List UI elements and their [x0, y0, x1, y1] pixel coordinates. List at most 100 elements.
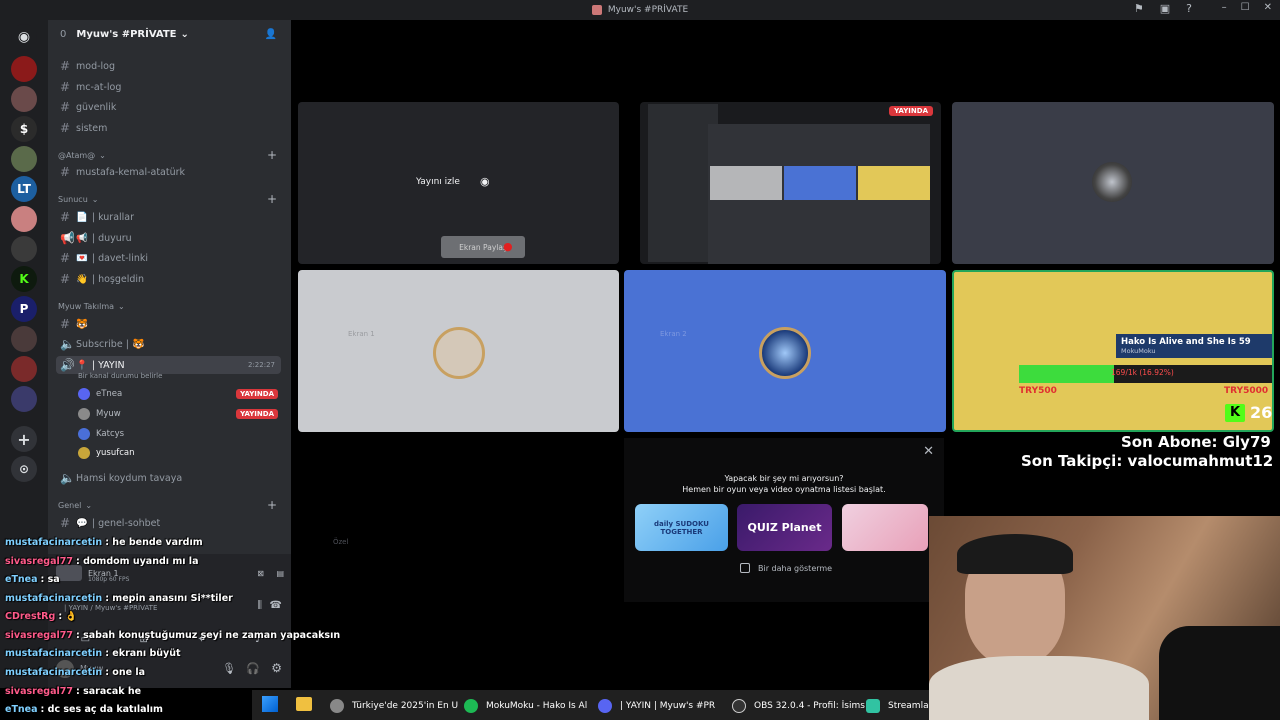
server-icon-10[interactable]	[11, 386, 37, 412]
add-channel-icon[interactable]: +	[267, 192, 277, 206]
headphones-icon[interactable]: 🎧	[246, 662, 260, 675]
chat-user: eTnea	[5, 704, 38, 715]
taskbar-item-discord[interactable]: | YAYIN | Myuw's #PR	[598, 696, 715, 716]
inbox-icon[interactable]: ▣	[1160, 2, 1170, 15]
channel-guvenlik[interactable]: # güvenlik	[56, 98, 281, 116]
chat-message: mustafacinarcetin: mepin anasını Si**til…	[5, 593, 233, 604]
chat-user: mustafacinarcetin	[5, 593, 103, 604]
hash-icon: #	[60, 121, 71, 135]
activity-card-quiz[interactable]: QUIZ Planet	[737, 504, 832, 551]
channel-mc-at-log[interactable]: # mc-at-log	[56, 78, 281, 96]
server-icon-kick[interactable]: K	[11, 266, 37, 292]
channel-duyuru[interactable]: 📢 📢 | duyuru	[56, 229, 281, 247]
activity-card-sudoku[interactable]: daily SUDOKU TOGETHER	[635, 504, 728, 551]
channel-label: Subscribe |	[76, 338, 129, 350]
checkbox-box[interactable]	[740, 563, 750, 573]
windows-start-icon[interactable]	[262, 696, 278, 712]
kick-count: 26	[1250, 403, 1273, 422]
maximize-button[interactable]: ☐	[1241, 2, 1250, 13]
server-icon-9[interactable]	[11, 356, 37, 382]
taskbar-item-obs[interactable]: OBS 32.0.4 - Profil: İsims	[732, 696, 865, 716]
activity-prompt-title: Yapacak bir şey mi arıyorsun?	[724, 474, 844, 483]
stream-tile-ekran-paylas[interactable]: Yayını izle ◉ Ekran Paylaş ●	[298, 102, 619, 264]
voice-status[interactable]: Bir kanal durumu belirle	[78, 372, 162, 380]
stop-stream-icon[interactable]: ⊠	[257, 569, 264, 578]
category-myuw[interactable]: Myuw Takılma ⌄	[58, 299, 283, 313]
add-server-icon[interactable]: +	[11, 426, 37, 452]
goal-left-amount: TRY500	[1019, 386, 1057, 396]
live-badge: YAYINDA	[889, 106, 933, 116]
voice-user-name: Myuw	[96, 409, 121, 419]
speaker-icon: 🔈	[60, 471, 75, 485]
voice-timer: 2:22:27	[248, 361, 275, 369]
taskbar-item-browser[interactable]: Türkiye'de 2025'in En U	[330, 696, 458, 716]
microphone-icon[interactable]: 🎙	[222, 662, 236, 675]
dont-show-again-checkbox[interactable]: Bir daha gösterme	[740, 563, 832, 573]
channel-label: mustafa-kemal-atatürk	[76, 166, 186, 178]
chevron-down-icon: ⌄	[85, 500, 93, 510]
channel-sistem[interactable]: # sistem	[56, 119, 281, 137]
add-member-icon[interactable]: 👤	[265, 29, 277, 40]
channel-tiger[interactable]: # 🐯	[56, 315, 281, 333]
avatar	[78, 428, 90, 440]
stream-settings-icon[interactable]: ▤	[276, 569, 284, 578]
minimize-button[interactable]: –	[1222, 2, 1227, 13]
close-window-button[interactable]: ✕	[1264, 2, 1272, 13]
stream-tile-user[interactable]	[952, 102, 1274, 264]
category-atam[interactable]: @Atam@ ⌄ +	[58, 148, 283, 162]
stream-tile-ekran-2[interactable]: Ekran 2	[624, 270, 946, 432]
channel-mod-log[interactable]: # mod-log	[56, 57, 281, 75]
help-icon[interactable]: ?	[1186, 2, 1192, 15]
guild-header[interactable]: 0 Myuw's #PRİVATE ⌄ 👤	[48, 20, 291, 48]
avatar	[1092, 162, 1132, 202]
disconnect-icon[interactable]: ☎	[270, 600, 282, 611]
share-screen-label: Ekran Paylaş	[459, 242, 507, 252]
server-icon-3[interactable]: $	[11, 116, 37, 142]
server-icon-p[interactable]: P	[11, 296, 37, 322]
stream-tile-ekran-1[interactable]: Ekran 1	[298, 270, 619, 432]
webcam-person-hoodie	[929, 656, 1149, 720]
activity-suggestion-panel: ✕ Yapacak bir şey mi arıyorsun? Hemen bi…	[624, 438, 944, 602]
category-sunucu[interactable]: Sunucu ⌄ +	[58, 192, 283, 206]
stream-tile-etnea[interactable]: YAYINDA	[640, 102, 941, 264]
taskbar-item-streamlabs[interactable]: Streamla	[866, 696, 929, 716]
noise-suppression-icon[interactable]: ⫼	[257, 600, 262, 611]
gear-icon[interactable]: ⚙	[271, 661, 282, 675]
chat-user: sivasregal77	[5, 556, 73, 567]
channel-ataturk[interactable]: # mustafa-kemal-atatürk	[56, 163, 281, 181]
chat-user: sivasregal77	[5, 630, 73, 641]
watch-stream-button[interactable]: Yayını izle ◉	[416, 175, 490, 188]
activity-card-chicken[interactable]	[842, 504, 928, 551]
close-icon[interactable]: ✕	[923, 444, 934, 459]
inbox-flag-icon[interactable]: ⚑	[1134, 2, 1144, 15]
channel-subscribe[interactable]: 🔈 Subscribe | 🐯	[56, 335, 281, 353]
channel-kurallar[interactable]: # 📄 | kurallar	[56, 208, 281, 226]
file-explorer-icon[interactable]	[296, 697, 312, 711]
server-icon-4[interactable]	[11, 146, 37, 172]
server-icon-7[interactable]	[11, 236, 37, 262]
add-channel-icon[interactable]: +	[267, 498, 277, 512]
discord-home-icon[interactable]: ◉	[11, 24, 37, 50]
channel-label: | YAYIN	[91, 359, 125, 371]
discover-icon[interactable]: ⊙	[11, 456, 37, 482]
server-icon-8[interactable]	[11, 326, 37, 352]
server-icon-2[interactable]	[11, 86, 37, 112]
category-genel[interactable]: Genel ⌄ +	[58, 498, 283, 512]
channel-label: mod-log	[76, 60, 116, 72]
server-icon-1[interactable]	[11, 56, 37, 82]
channel-genel-sohbet[interactable]: # 💬 | genel-sohbet	[56, 514, 281, 532]
voice-user[interactable]: Myuw YAYINDA	[78, 406, 278, 422]
category-label: Genel	[58, 500, 82, 510]
channel-davet-linki[interactable]: # 💌 | davet-linki	[56, 249, 281, 267]
voice-user[interactable]: yusufcan	[78, 445, 278, 461]
voice-user[interactable]: Katcys	[78, 426, 278, 442]
taskbar-item-spotify[interactable]: MokuMoku - Hako Is Al	[464, 696, 587, 716]
voice-user[interactable]: eTnea YAYINDA	[78, 386, 278, 402]
voice-channel-hamsi[interactable]: 🔈 Hamsi koydum tavaya	[56, 469, 281, 487]
category-label: Sunucu	[58, 194, 88, 204]
server-icon-5[interactable]: LT	[11, 176, 37, 202]
add-channel-icon[interactable]: +	[267, 148, 277, 162]
channel-hosgeldin[interactable]: # 👋 | hoşgeldin	[56, 270, 281, 288]
server-icon-6[interactable]	[11, 206, 37, 232]
eye-icon[interactable]: ◉	[480, 175, 490, 188]
